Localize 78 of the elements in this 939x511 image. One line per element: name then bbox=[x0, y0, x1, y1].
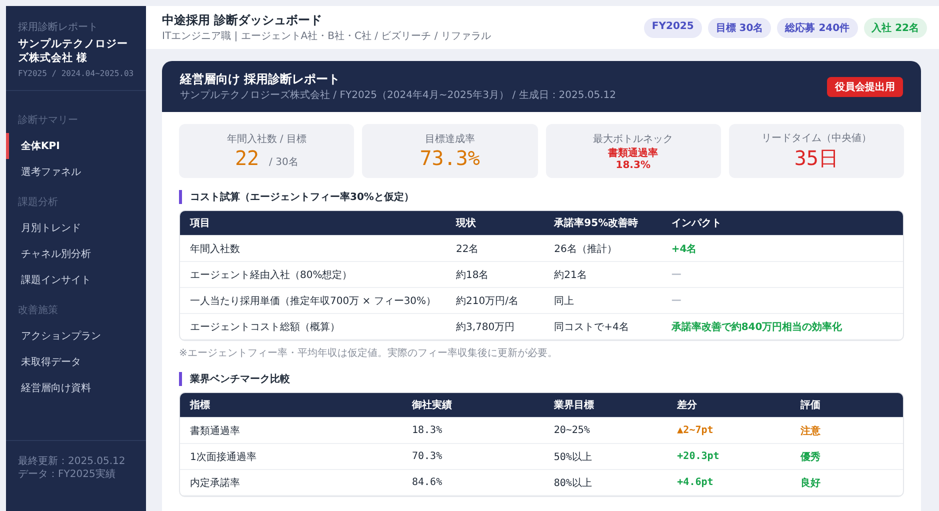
column-header: 業界目標 bbox=[554, 398, 595, 412]
report-meta: サンプルテクノロジーズ株式会社 / FY2025（2024年4月~2025年3月） / 生成日：2025.05.12 bbox=[180, 88, 616, 102]
update-info: データ：FY2025実績 bbox=[18, 468, 116, 481]
table-cell-text: — bbox=[671, 295, 682, 306]
table-cell-text: 注意 bbox=[800, 424, 822, 438]
table-cell-text: 承諾率改善で約840万円相当の効率化 bbox=[671, 320, 844, 334]
page-subtitle: ITエンジニア職 | エージェントA社・B社・C社 / ビズリーチ / リファラル bbox=[162, 30, 491, 43]
table-cell-text: 約18名 bbox=[456, 268, 490, 282]
table-cell-text: +4名 bbox=[671, 242, 698, 256]
table-cell-text: 20~25% bbox=[554, 425, 591, 436]
summary-badge: 目標 30名 bbox=[708, 18, 772, 38]
column-header: 承諾率95%改善時 bbox=[554, 216, 640, 230]
table-cell-text: ▲2~7pt bbox=[677, 425, 714, 436]
table-cell-text: 一人当たり採用単価（推定年収700万 × フィー30%） bbox=[190, 294, 438, 308]
table-cell-text: 同上 bbox=[554, 294, 576, 308]
nav-item[interactable]: 月別トレンド bbox=[6, 215, 146, 242]
table-cell-text: 約210万円/名 bbox=[456, 294, 520, 308]
kpi-target: / 30名 bbox=[269, 156, 298, 169]
kpi-value: 35日 bbox=[794, 144, 838, 172]
audience-tag: 役員会提出用 bbox=[827, 76, 903, 96]
table-cell-text: 26名（推計） bbox=[554, 242, 618, 256]
report-period: FY2025 / 2024.04~2025.03 bbox=[18, 69, 135, 78]
table-cell-text: 内定承諾率 bbox=[190, 476, 241, 490]
nav-item[interactable]: 未取得データ bbox=[6, 349, 146, 376]
nav-section-label: 改善施策 bbox=[17, 304, 59, 318]
kpi-subvalue: 18.3% bbox=[616, 160, 650, 170]
table-cell-text: 優秀 bbox=[800, 450, 822, 464]
kpi-value: 22 bbox=[234, 146, 260, 170]
nav-item[interactable]: 経営層向け資料 bbox=[6, 375, 146, 402]
nav-section-label: 診断サマリー bbox=[17, 114, 79, 128]
column-header: 評価 bbox=[800, 398, 822, 412]
nav-item[interactable]: 全体KPI bbox=[6, 133, 146, 160]
table-cell-text: 約3,780万円 bbox=[456, 320, 516, 334]
report-label: 採用診断レポート bbox=[18, 20, 99, 34]
table-cell-text: 書類通過率 bbox=[190, 424, 241, 438]
table-cell-text: +4.6pt bbox=[677, 477, 714, 488]
nav-item[interactable]: 課題インサイト bbox=[6, 267, 146, 294]
column-header: 指標 bbox=[190, 398, 211, 412]
section-title: 業界ベンチマーク比較 bbox=[179, 372, 904, 386]
kpi-label: 目標達成率 bbox=[424, 132, 475, 146]
table-cell-text: — bbox=[671, 269, 682, 280]
table-cell-text: 同コストで+4名 bbox=[554, 320, 630, 334]
page-title: 中途採用 診断ダッシュボード bbox=[162, 12, 324, 29]
nav-section-label: 課題分析 bbox=[17, 196, 59, 210]
column-header: インパクト bbox=[671, 217, 722, 230]
table-cell-text: 80%以上 bbox=[554, 476, 593, 490]
table-cell-text: エージェントコスト総額（概算） bbox=[190, 320, 341, 334]
summary-badge: FY2025 bbox=[644, 18, 702, 38]
table-cell-text: 約21名 bbox=[554, 268, 588, 282]
kpi-label: 最大ボトルネック bbox=[593, 132, 674, 146]
table-cell-text: 18.3% bbox=[412, 425, 444, 436]
column-header: 御社実績 bbox=[412, 398, 453, 412]
column-header: 差分 bbox=[677, 398, 698, 412]
update-info: 最終更新：2025.05.12 bbox=[18, 455, 126, 468]
table-cell-text: 22名 bbox=[456, 242, 480, 256]
client-name: サンプルテクノロジーズ株式会社 様 bbox=[18, 38, 129, 66]
column-header: 現状 bbox=[456, 216, 477, 230]
kpi-value: 73.3% bbox=[420, 146, 480, 170]
footnote: ※エージェントフィー率・平均年収は仮定値。実際のフィー率収集後に更新が必要。 bbox=[179, 346, 558, 360]
nav-item[interactable]: アクションプラン bbox=[6, 323, 146, 350]
table-cell-text: エージェント経由入社（80%想定） bbox=[190, 268, 354, 282]
table-cell-text: 70.3% bbox=[412, 451, 444, 462]
report-title: 経営層向け 採用診断レポート bbox=[180, 71, 342, 88]
table-cell-text: 良好 bbox=[800, 476, 822, 490]
table-cell-text: 84.6% bbox=[412, 477, 444, 488]
kpi-label: リードタイム（中央値） bbox=[761, 132, 872, 144]
nav-item[interactable]: チャネル別分析 bbox=[6, 241, 146, 268]
kpi-value: 書類通過率 bbox=[608, 146, 658, 160]
summary-badge: 総応募 240件 bbox=[777, 18, 858, 38]
table-cell-text: +20.3pt bbox=[677, 451, 720, 462]
section-title: コスト試算（エージェントフィー率30%と仮定） bbox=[179, 190, 904, 204]
table-cell-text: 50%以上 bbox=[554, 450, 593, 464]
table-cell-text: 年間入社数 bbox=[190, 242, 241, 256]
summary-badge: 入社 22名 bbox=[864, 18, 927, 38]
kpi-label: 年間入社数 / 目標 bbox=[226, 132, 306, 146]
table-cell-text: 1次面接通過率 bbox=[190, 450, 258, 464]
column-header: 項目 bbox=[190, 217, 211, 230]
nav-item[interactable]: 選考ファネル bbox=[6, 159, 146, 186]
